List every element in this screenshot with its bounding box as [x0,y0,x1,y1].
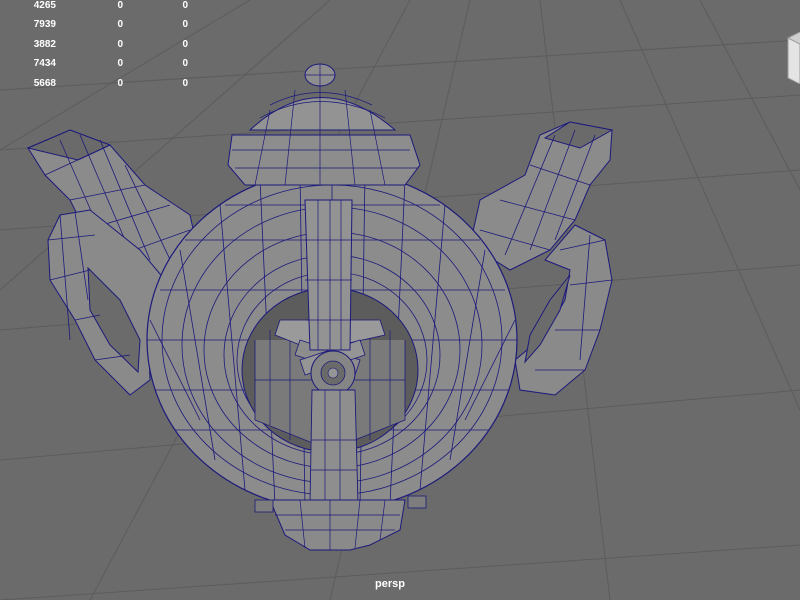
hud-value: 0 [182,77,188,89]
lower-panel [309,389,359,506]
hud-row: 3882 0 0 [0,39,220,58]
hud-value: 0 [117,58,123,70]
hud-value: 7939 [33,19,56,31]
hud-value: 0 [182,19,188,31]
view-cube-icon[interactable] [786,30,800,84]
hud-value: 4265 [33,0,56,11]
hud-value: 5668 [33,77,56,89]
viewport-persp[interactable]: 4265 0 0 7939 0 0 3882 0 0 7434 0 0 5668… [0,0,800,600]
hud-value: 0 [117,77,123,89]
hud-row: 5668 0 0 [0,78,220,97]
hud-value: 0 [182,58,188,70]
hud-value: 0 [182,38,188,50]
hud-value: 7434 [33,58,56,70]
hud-value: 0 [117,19,123,31]
hud-value: 0 [117,38,123,50]
teapot-lid[interactable] [227,63,421,186]
camera-label: persp [375,578,405,590]
hud-row: 7434 0 0 [0,58,220,77]
teapot-base[interactable] [254,495,427,551]
hud-value: 3882 [33,38,56,50]
heads-up-display: 4265 0 0 7939 0 0 3882 0 0 7434 0 0 5668… [0,0,220,97]
hud-row: 7939 0 0 [0,19,220,38]
hud-row: 4265 0 0 [0,0,220,19]
center-strut[interactable] [304,199,356,396]
hud-value: 0 [182,0,188,11]
hud-value: 0 [117,0,123,11]
